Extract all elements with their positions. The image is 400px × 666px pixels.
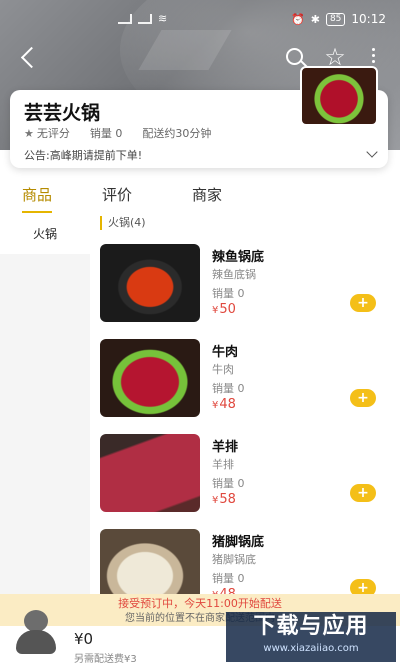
battery-level: 85 [325, 12, 346, 26]
product-item[interactable]: 辣鱼锅底 辣鱼底锅 销量 0 ¥50 + [90, 244, 400, 336]
back-button[interactable] [18, 46, 42, 70]
signal-icon [118, 13, 132, 24]
product-image [100, 339, 200, 417]
product-image [100, 434, 200, 512]
delivery-fee: 另需配送费¥3 [74, 654, 137, 665]
wifi-icon: ≋ [158, 12, 168, 25]
category-header: 火锅(4) [100, 216, 146, 230]
price-value: 50 [219, 302, 236, 317]
watermark-title: 下载与应用 [253, 614, 369, 639]
price-value: 58 [219, 492, 236, 507]
cart-icon[interactable] [14, 608, 60, 654]
currency-symbol: ¥ [212, 400, 219, 411]
product-sales: 销量 0 [212, 572, 245, 585]
product-name: 牛肉 [212, 345, 239, 360]
currency-symbol: ¥ [212, 305, 219, 316]
product-name: 辣鱼锅底 [212, 250, 265, 265]
product-list: 火锅(4) 辣鱼锅底 辣鱼底锅 销量 0 ¥50 + 牛肉 牛肉 销量 0 ¥4… [90, 214, 400, 594]
rating: ★ 无评分 [24, 125, 70, 141]
store-sales: 销量 0 [89, 127, 123, 140]
add-to-cart-button[interactable]: + [350, 484, 376, 502]
currency-symbol: ¥ [212, 495, 219, 506]
watermark-url: www.xiazaiiao.com [263, 643, 359, 654]
category-sidebar: 火锅 [0, 216, 90, 596]
store-name: 芸芸火锅 [24, 102, 101, 124]
status-right: ⏰ ✱ 85 10:12 [291, 12, 386, 26]
tab-merchant[interactable]: 商家 [192, 180, 222, 205]
alarm-icon: ⏰ [291, 12, 305, 26]
product-sales: 销量 0 [212, 477, 245, 490]
tab-goods[interactable]: 商品 [22, 180, 53, 213]
product-price: ¥50 [212, 302, 236, 317]
product-item[interactable]: 猪脚锅底 猪脚锅底 销量 0 ¥48 + [90, 529, 400, 594]
product-item[interactable]: 牛肉 牛肉 销量 0 ¥48 + [90, 339, 400, 431]
product-sales: 销量 0 [212, 382, 245, 395]
product-image [100, 529, 200, 594]
store-logo [300, 66, 378, 126]
product-desc: 羊排 [212, 458, 234, 471]
signal-icons: ≋ [118, 12, 167, 25]
store-meta: ★ 无评分 销量 0 配送约30分钟 [24, 125, 211, 141]
price-value: 48 [219, 397, 236, 412]
product-desc: 牛肉 [212, 363, 234, 376]
preorder-notice: 接受预订中，今天11:00开始配送 [0, 594, 400, 614]
tab-bar: 商品 评价 商家 [0, 180, 400, 216]
product-price: ¥48 [212, 587, 236, 594]
cart-total: ¥0 [74, 630, 94, 648]
bluetooth-icon: ✱ [310, 12, 320, 26]
add-to-cart-button[interactable]: + [350, 389, 376, 407]
product-name: 猪脚锅底 [212, 535, 265, 550]
product-desc: 猪脚锅底 [212, 553, 256, 566]
rating-text: 无评分 [36, 127, 70, 140]
add-to-cart-button[interactable]: + [350, 579, 376, 594]
star-icon: ★ [24, 127, 34, 140]
status-bar: ≋ ⏰ ✱ 85 10:12 [0, 0, 400, 40]
store-announcement: 公告:高峰期请提前下单! [24, 149, 143, 162]
product-price: ¥48 [212, 397, 236, 412]
price-value: 48 [219, 587, 236, 594]
watermark-logo: 下载与应用 www.xiazaiiao.com [226, 612, 396, 662]
product-name: 羊排 [212, 440, 239, 455]
clock: 10:12 [351, 12, 386, 26]
product-sales: 销量 0 [212, 287, 245, 300]
sidebar-item-hotpot[interactable]: 火锅 [0, 216, 90, 254]
product-item[interactable]: 羊排 羊排 销量 0 ¥58 + [90, 434, 400, 526]
signal-icon [138, 13, 152, 24]
product-image [100, 244, 200, 322]
product-price: ¥58 [212, 492, 236, 507]
add-to-cart-button[interactable]: + [350, 294, 376, 312]
product-desc: 辣鱼底锅 [212, 268, 256, 281]
tab-reviews[interactable]: 评价 [102, 180, 132, 205]
delivery-time: 配送约30分钟 [142, 127, 212, 140]
chevron-down-icon[interactable] [366, 146, 378, 158]
